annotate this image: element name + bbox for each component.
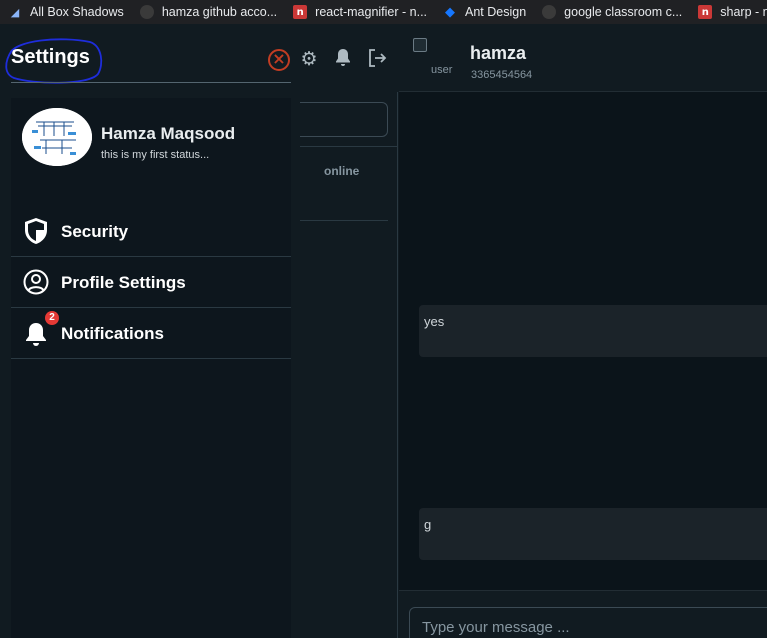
- contact-name: hamza: [470, 43, 527, 63]
- menu-item-label: Notifications: [61, 324, 164, 343]
- github-icon: [542, 5, 557, 19]
- avatar-alt-text: user: [431, 64, 453, 76]
- chat-panel: user hamza 3365454564 yes g: [399, 30, 767, 638]
- bell-icon: [26, 323, 46, 346]
- bookmark-label: sharp - np: [720, 5, 767, 19]
- close-button[interactable]: ×: [268, 49, 290, 71]
- box-shadows-icon: ◢: [10, 5, 20, 19]
- menu-item-profile-settings[interactable]: Profile Settings: [11, 257, 291, 308]
- menu-item-label: Security: [61, 222, 129, 241]
- search-input[interactable]: [290, 102, 388, 137]
- bookmark-google-classroom[interactable]: google classroom c...: [534, 0, 690, 24]
- contact-phone: 3365454564: [471, 69, 533, 81]
- online-status-label: online: [324, 164, 360, 178]
- profile-name: Hamza Maqsood: [101, 124, 236, 143]
- bookmark-sharp[interactable]: n sharp - np: [690, 0, 767, 24]
- divider: [290, 220, 388, 221]
- avatar[interactable]: user: [413, 38, 457, 84]
- message-input[interactable]: [409, 607, 767, 638]
- settings-title: Settings: [11, 46, 90, 68]
- broken-image-icon: [413, 38, 427, 52]
- profile-status: this is my first status...: [101, 149, 210, 161]
- settings-panel: Hamza Maqsood this is my first status...…: [11, 98, 291, 638]
- shield-icon: [25, 218, 47, 244]
- message-bubble: g: [419, 508, 767, 560]
- bookmark-label: google classroom c...: [564, 5, 683, 19]
- github-icon: [139, 5, 154, 19]
- bookmark-label: Ant Design: [465, 5, 527, 19]
- chat-header: user hamza 3365454564: [399, 30, 767, 92]
- ant-design-icon: ◆: [445, 4, 456, 20]
- gear-icon[interactable]: ⚙: [298, 48, 320, 70]
- bookmark-ant-design[interactable]: ◆ Ant Design: [435, 0, 534, 24]
- bookmark-react-magnifier[interactable]: n react-magnifier - n...: [285, 0, 435, 24]
- logout-icon[interactable]: [366, 48, 388, 70]
- bookmarks-bar: ◢ All Box Shadows hamza github acco... n…: [0, 0, 767, 24]
- divider: [11, 82, 291, 83]
- message-bubble: yes: [419, 305, 767, 357]
- settings-drawer: Settings × Hamza Maqsood this is my firs…: [0, 30, 300, 638]
- npm-icon: n: [293, 5, 308, 19]
- message-composer: [399, 590, 767, 638]
- bookmark-label: react-magnifier - n...: [315, 5, 428, 19]
- notification-badge: 2: [45, 311, 59, 325]
- bookmark-label: hamza github acco...: [161, 5, 278, 19]
- bookmark-all-box-shadows[interactable]: ◢ All Box Shadows: [0, 0, 132, 24]
- menu-item-security[interactable]: Security: [11, 206, 291, 257]
- screen: ◢ All Box Shadows hamza github acco... n…: [0, 0, 767, 638]
- divider: [290, 146, 398, 147]
- npm-icon: n: [698, 5, 713, 19]
- avatar[interactable]: [22, 108, 92, 166]
- bell-icon[interactable]: [332, 48, 354, 70]
- user-circle-icon: [23, 269, 49, 295]
- menu-item-notifications[interactable]: 2 Notifications: [11, 308, 291, 359]
- bookmark-hamza-github[interactable]: hamza github acco...: [132, 0, 285, 24]
- menu-item-label: Profile Settings: [61, 273, 186, 292]
- bookmark-label: All Box Shadows: [30, 5, 124, 19]
- profile-picture: [22, 108, 92, 166]
